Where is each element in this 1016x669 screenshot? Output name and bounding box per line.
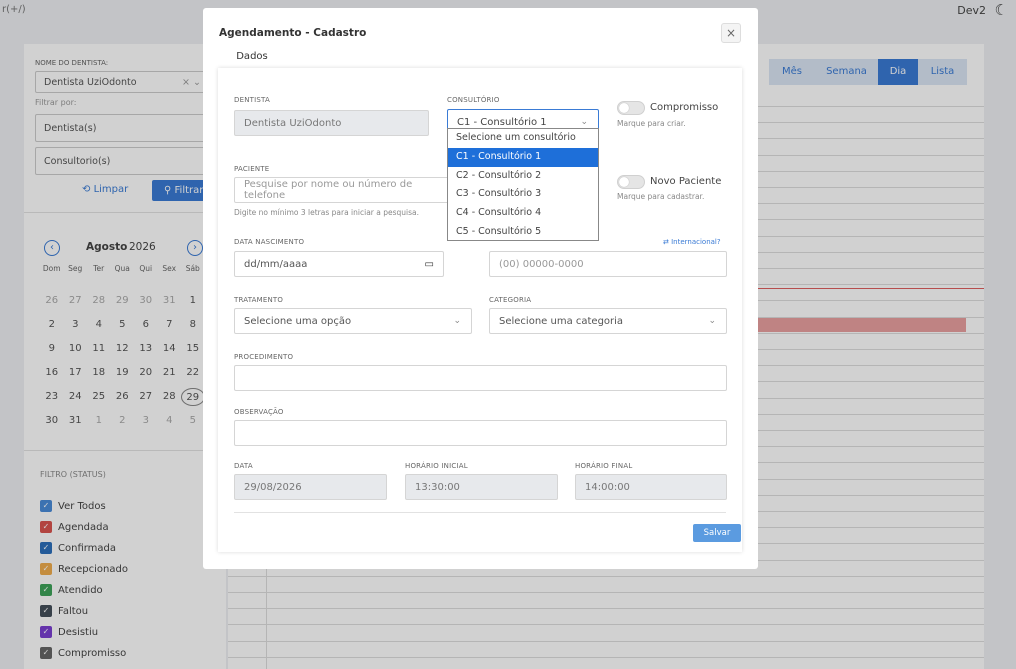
dentist-label: DENTISTA	[234, 96, 270, 104]
treatment-label: TRATAMENTO	[234, 296, 284, 304]
category-select-value: Selecione uma categoria	[499, 315, 624, 327]
phone-input[interactable]: (00) 00000-0000	[489, 251, 727, 277]
category-select[interactable]: Selecione uma categoria ⌄	[489, 308, 727, 334]
procedure-input[interactable]	[234, 365, 727, 391]
patient-search-input[interactable]: Pesquise por nome ou número de telefone	[234, 177, 462, 203]
birth-date-value: dd/mm/aaaa	[244, 258, 308, 270]
note-input[interactable]	[234, 420, 727, 446]
international-link[interactable]: ⇄ Internacional?	[663, 238, 721, 246]
chevron-down-icon: ⌄	[453, 316, 461, 326]
office-dropdown-list: Selecione um consultório C1 - Consultório…	[447, 128, 599, 241]
appointment-modal: Agendamento - Cadastro × Dados DENTISTA …	[203, 8, 758, 569]
office-label: CONSULTÓRIO	[447, 96, 500, 104]
commitment-toggle[interactable]	[617, 101, 645, 115]
dentist-field: Dentista UziOdonto	[234, 110, 429, 136]
new-patient-toggle[interactable]	[617, 175, 645, 189]
chevron-down-icon: ⌄	[580, 117, 588, 127]
new-patient-label: Novo Paciente	[650, 176, 722, 187]
treatment-select-value: Selecione uma opção	[244, 315, 352, 327]
office-option[interactable]: C5 - Consultório 5	[448, 223, 598, 242]
office-option[interactable]: C3 - Consultório 3	[448, 185, 598, 204]
calendar-icon[interactable]: ▭	[425, 259, 434, 270]
date-label: DATA	[234, 462, 253, 470]
commitment-help: Marque para criar.	[617, 119, 686, 128]
close-icon[interactable]: ×	[721, 23, 741, 43]
office-option[interactable]: C2 - Consultório 2	[448, 167, 598, 186]
new-patient-help: Marque para cadastrar.	[617, 192, 705, 201]
end-time-label: HORÁRIO FINAL	[575, 462, 633, 470]
chevron-down-icon: ⌄	[708, 316, 716, 326]
note-label: OBSERVAÇÃO	[234, 408, 284, 416]
office-select-value: C1 - Consultório 1	[457, 116, 547, 128]
birth-date-input[interactable]: dd/mm/aaaa ▭	[234, 251, 444, 277]
birth-label: DATA NASCIMENTO	[234, 238, 305, 246]
treatment-select[interactable]: Selecione uma opção ⌄	[234, 308, 472, 334]
office-option[interactable]: C4 - Consultório 4	[448, 204, 598, 223]
category-label: CATEGORIA	[489, 296, 532, 304]
patient-label: PACIENTE	[234, 165, 270, 173]
procedure-label: PROCEDIMENTO	[234, 353, 294, 361]
international-link-label: Internacional?	[671, 238, 721, 246]
commitment-label: Compromisso	[650, 102, 719, 113]
save-button[interactable]: Salvar	[693, 524, 741, 542]
start-time-field: 13:30:00	[405, 474, 558, 500]
form-divider	[234, 512, 726, 513]
modal-title: Agendamento - Cadastro	[219, 27, 367, 39]
office-option[interactable]: Selecione um consultório	[448, 129, 598, 148]
date-field: 29/08/2026	[234, 474, 387, 500]
office-option[interactable]: C1 - Consultório 1	[448, 147, 598, 167]
patient-help: Digite no mínimo 3 letras para iniciar a…	[234, 208, 419, 217]
start-time-label: HORÁRIO INICIAL	[405, 462, 468, 470]
end-time-field: 14:00:00	[575, 474, 727, 500]
